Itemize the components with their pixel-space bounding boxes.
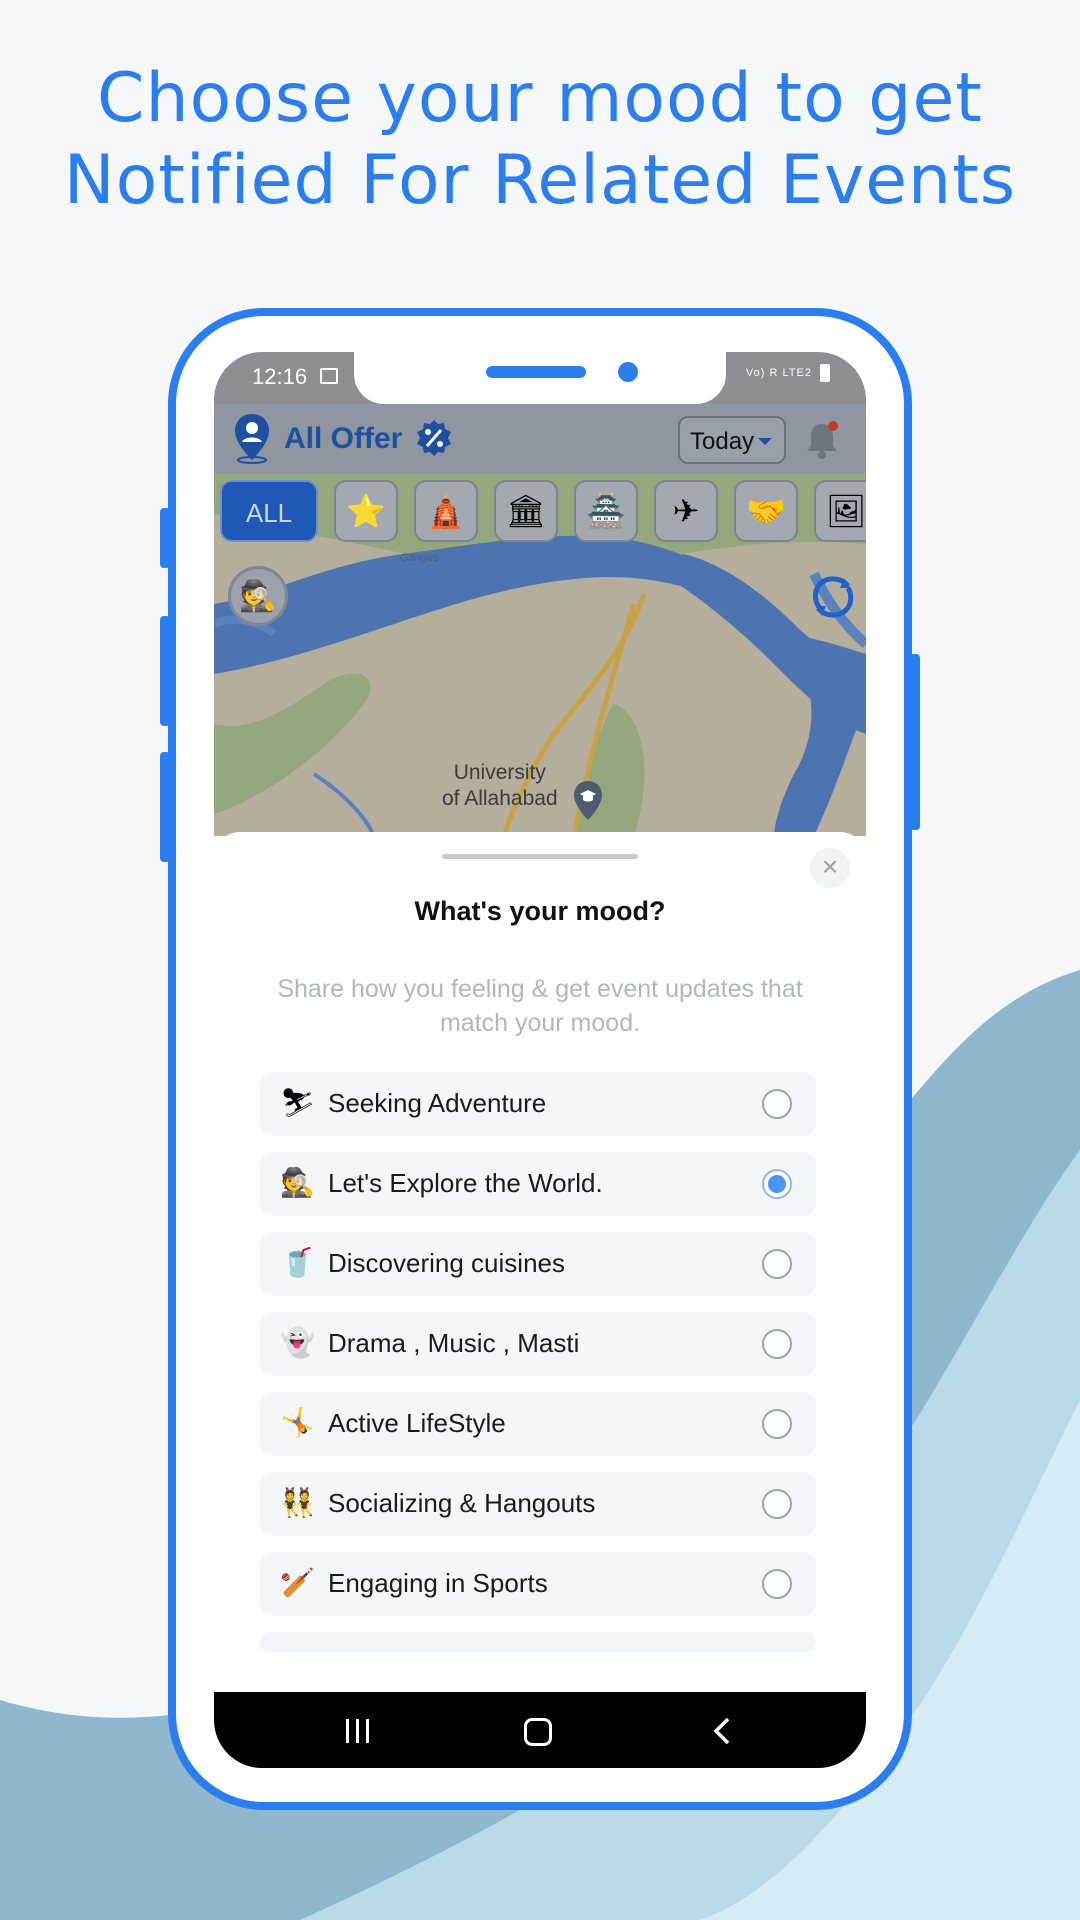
cartwheel-icon: 🤸	[280, 1407, 315, 1438]
sheet-drag-handle[interactable]	[442, 854, 638, 859]
recents-icon[interactable]	[344, 1718, 372, 1744]
home-icon[interactable]	[524, 1718, 552, 1746]
camera-dot	[618, 362, 638, 382]
map-label-ganges: Ganges	[400, 552, 439, 564]
signal-text: Vo) R LTE2	[745, 366, 812, 379]
mood-option-label: Socializing & Hangouts	[328, 1488, 596, 1518]
mood-option-active-lifestyle[interactable]: 🤸 Active LifeStyle	[260, 1392, 816, 1456]
phone-side-button	[160, 616, 170, 726]
mood-radio-selected[interactable]	[762, 1169, 792, 1199]
detective-icon: 🕵	[280, 1167, 315, 1198]
mood-option-label: Engaging in Sports	[328, 1568, 548, 1598]
mood-radio[interactable]	[762, 1329, 792, 1359]
category-temples-button[interactable]: 🛕	[414, 480, 478, 542]
mood-option-label: Active LifeStyle	[328, 1408, 506, 1438]
status-time: 12:16	[252, 364, 308, 389]
museum-icon: 🏛	[505, 493, 547, 529]
zoo-icon: 🏯	[586, 493, 626, 529]
category-zoo-button[interactable]: 🏯	[574, 480, 638, 542]
back-icon[interactable]	[708, 1716, 738, 1746]
star-icon: ⭐	[346, 493, 386, 529]
category-museums-button[interactable]: 🏛	[494, 480, 558, 542]
notification-bell-icon[interactable]	[800, 418, 844, 462]
app-bar: All Offer Today	[214, 404, 866, 474]
cricket-icon: 🏏	[280, 1567, 315, 1598]
category-gallery-button[interactable]: 🖼	[814, 480, 866, 542]
phone-side-button	[160, 752, 170, 862]
image-notification-icon	[320, 368, 338, 384]
skier-icon: ⛷	[280, 1087, 316, 1118]
mood-radio[interactable]	[762, 1489, 792, 1519]
temple-icon: 🛕	[426, 493, 466, 529]
speaker-bar	[486, 366, 586, 378]
map-label-university-line2: of Allahabad	[442, 787, 558, 810]
headline-line-2: Notified For Related Events	[63, 141, 1017, 220]
discount-badge-icon	[417, 420, 451, 456]
location-pin-icon	[235, 414, 269, 464]
sheet-subtitle: Share how you feeling & get event update…	[277, 975, 803, 1037]
dancers-icon: 👯	[280, 1487, 315, 1518]
category-all-button[interactable]: ALL	[220, 480, 318, 542]
close-button[interactable]: ×	[810, 848, 850, 888]
mood-option-label: Drama , Music , Masti	[328, 1328, 580, 1358]
system-nav-bar	[214, 1692, 866, 1768]
mood-option-sports[interactable]: 🏏 Engaging in Sports	[260, 1552, 816, 1616]
category-meetups-button[interactable]: 🤝	[734, 480, 798, 542]
sheet-title: What's your mood?	[414, 896, 666, 926]
phone-side-button	[910, 654, 920, 830]
mood-radio[interactable]	[762, 1249, 792, 1279]
mood-option-adventure[interactable]: ⛷ Seeking Adventure	[260, 1072, 816, 1136]
battery-icon	[820, 364, 830, 382]
detective-icon: 🕵	[239, 580, 277, 613]
ghost-icon: 👻	[280, 1327, 315, 1358]
university-pin-icon[interactable]	[572, 780, 604, 822]
gallery-icon: 🖼	[825, 493, 866, 529]
mood-option-partial[interactable]	[260, 1632, 816, 1652]
date-filter-dropdown[interactable]: Today	[678, 416, 786, 464]
mood-radio[interactable]	[762, 1569, 792, 1599]
mood-option-explore[interactable]: 🕵 Let's Explore the World.	[260, 1152, 816, 1216]
camera-notch	[354, 352, 726, 404]
mood-option-label: Discovering cuisines	[328, 1248, 565, 1278]
mood-bottom-sheet: × What's your mood? Share how you feelin…	[214, 832, 866, 1692]
mood-radio[interactable]	[762, 1089, 792, 1119]
bubble-tea-icon: 🥤	[280, 1247, 315, 1278]
mood-option-label: Let's Explore the World.	[328, 1168, 603, 1198]
brand-name: All Offer	[284, 422, 403, 455]
mood-option-label: Seeking Adventure	[328, 1088, 547, 1118]
mood-option-cuisines[interactable]: 🥤 Discovering cuisines	[260, 1232, 816, 1296]
headline: Choose your mood to get Notified For Rel…	[0, 58, 1080, 222]
category-favorites-button[interactable]: ⭐	[334, 480, 398, 542]
category-travel-button[interactable]: ✈	[654, 480, 718, 542]
airplane-icon: ✈	[672, 493, 700, 529]
refresh-icon[interactable]	[808, 572, 858, 622]
mood-option-socializing[interactable]: 👯 Socializing & Hangouts	[260, 1472, 816, 1536]
explorer-filter-button[interactable]: 🕵	[228, 566, 288, 626]
category-all-label: ALL	[245, 498, 293, 528]
phone-screen: 12:16 Vo) R LTE2 All Offer Today Ganges …	[214, 352, 866, 1768]
date-filter-label: Today	[690, 428, 755, 455]
headline-line-1: Choose your mood to get	[97, 59, 983, 138]
map-label-university: University of Allahabad	[442, 760, 558, 812]
close-icon: ×	[821, 851, 839, 882]
mood-radio[interactable]	[762, 1409, 792, 1439]
signal-indicators: Vo) R LTE2	[746, 364, 830, 382]
meeting-icon: 🤝	[746, 493, 786, 529]
caret-down-icon	[758, 438, 772, 445]
phone-side-button	[160, 508, 170, 568]
mood-option-drama-music[interactable]: 👻 Drama , Music , Masti	[260, 1312, 816, 1376]
mood-options-list: ⛷ Seeking Adventure 🕵 Let's Explore the …	[260, 1072, 816, 1668]
map-label-university-line1: University	[453, 761, 546, 784]
